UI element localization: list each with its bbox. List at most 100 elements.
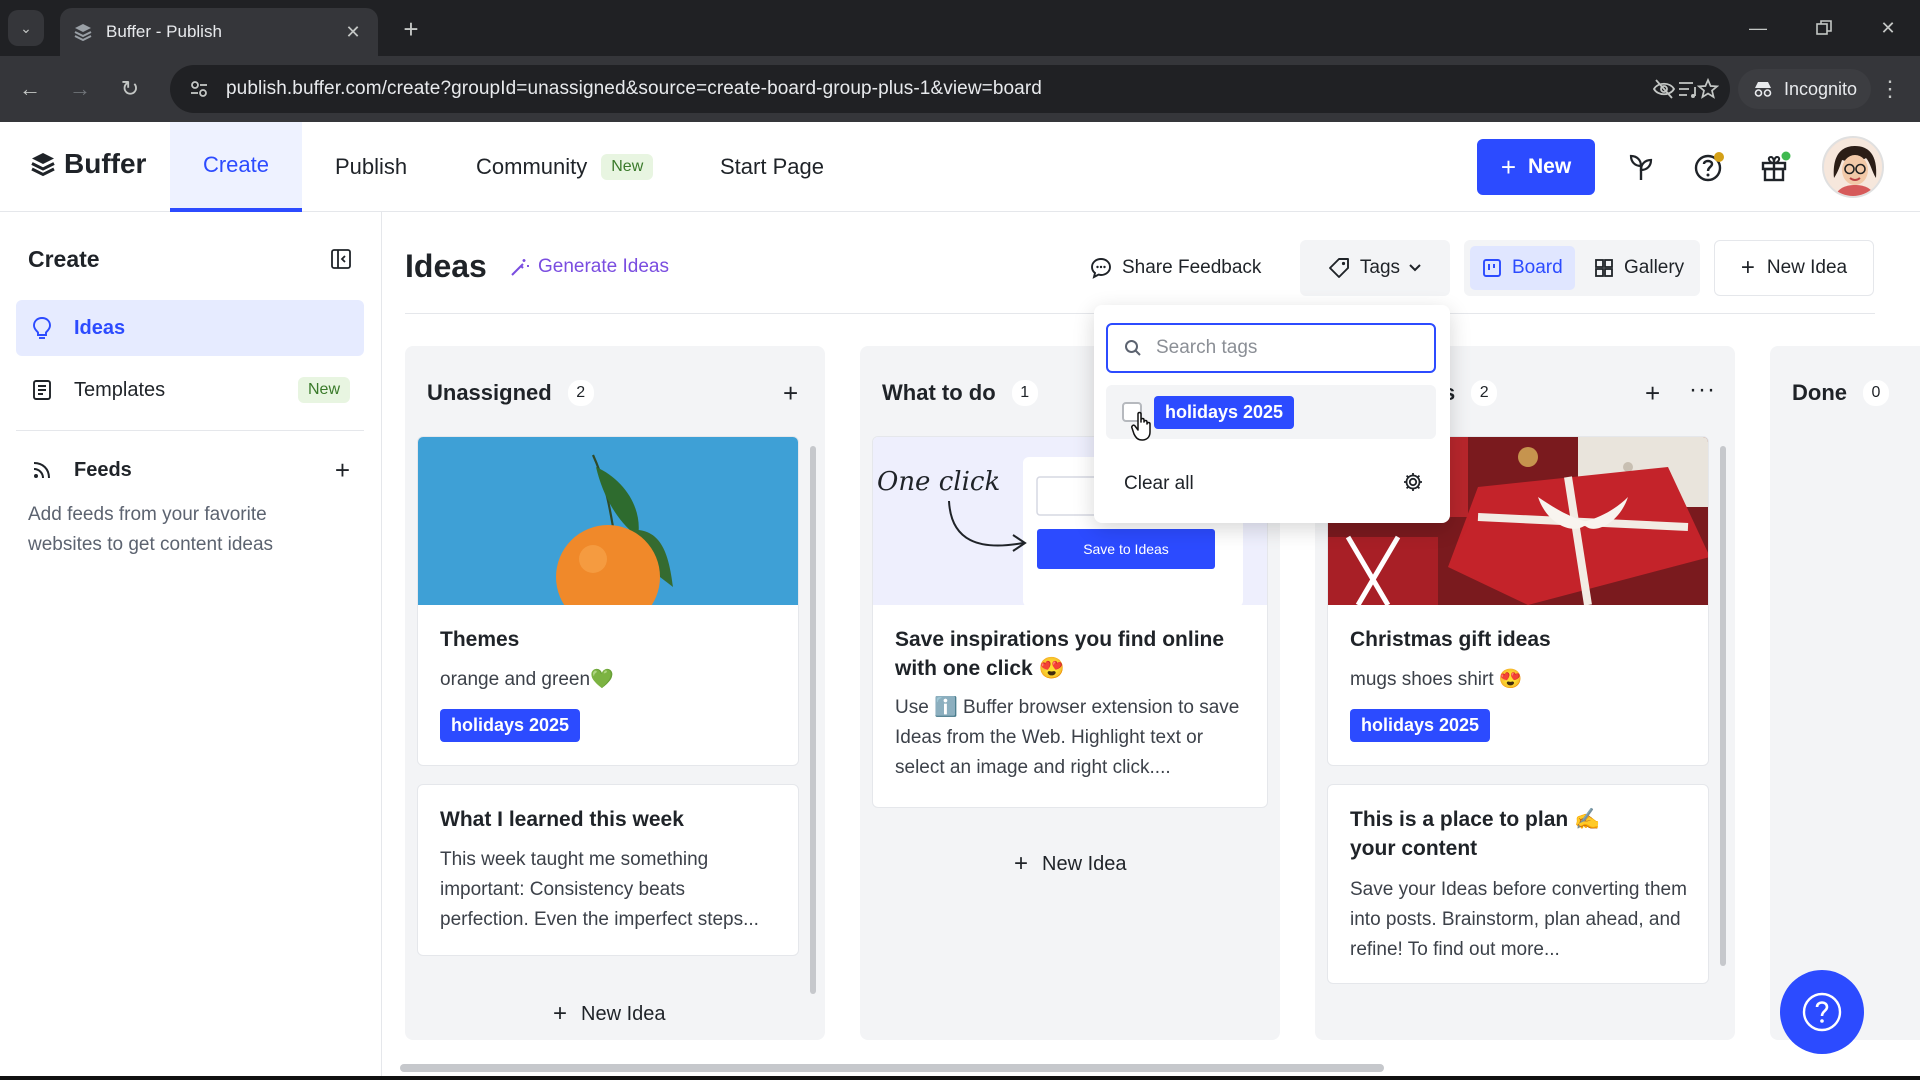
card-image-orange [418,437,798,605]
search-icon [1124,339,1142,357]
sidebar-item-templates[interactable]: Templates New [16,362,364,418]
add-feed-icon[interactable]: + [335,455,350,486]
column-more-icon[interactable]: ··· [1689,376,1716,404]
sidebar-item-label: Feeds [74,458,132,481]
tags-filter-button[interactable]: Tags [1300,240,1450,296]
browser-menu-icon[interactable]: ⋮ [1872,71,1908,107]
sidebar-title: Create [28,246,100,272]
new-post-button[interactable]: + New [1477,139,1595,195]
media-control-icon[interactable] [1670,71,1706,107]
tag-badge: holidays 2025 [1154,395,1295,429]
gear-icon[interactable] [1402,471,1424,493]
sidebar-item-feeds[interactable]: Feeds + [16,442,364,498]
url-text: publish.buffer.com/create?groupId=unassi… [226,78,1042,99]
gallery-icon [1594,258,1614,278]
new-button-label: New [1528,155,1572,178]
share-feedback-label: Share Feedback [1122,257,1262,278]
nav-tab-create[interactable]: Create [170,122,302,212]
column-name: What to do [882,380,996,405]
forward-icon[interactable]: → [62,71,98,107]
tab-close-icon[interactable]: ✕ [342,22,364,43]
clear-all-button[interactable]: Clear all [1124,473,1194,495]
help-icon[interactable] [1688,146,1730,188]
buffer-favicon-icon [74,23,92,41]
tab-search-dropdown[interactable]: ⌄ [8,10,44,46]
idea-card[interactable]: This is a place to plan ✍️ your content … [1327,784,1709,984]
column-new-idea-button[interactable]: + New Idea [553,1000,666,1028]
sprout-icon[interactable] [1620,146,1662,188]
incognito-indicator[interactable]: Incognito [1738,69,1872,109]
idea-card[interactable]: Themes orange and green💚 holidays 2025 [417,436,799,766]
restore-icon[interactable] [1796,8,1852,48]
bottom-edge [0,1076,1920,1080]
reload-icon[interactable]: ↻ [112,71,148,107]
column-count: 2 [567,380,594,406]
new-idea-button[interactable]: + New Idea [1714,240,1874,296]
card-title: Christmas gift ideas [1350,628,1551,651]
card-text: mugs shoes shirt 😍 [1350,669,1523,690]
nav-tab-label: Community [476,154,588,179]
template-icon [30,379,54,401]
new-tab-icon[interactable]: + [394,12,428,46]
column-scrollbar[interactable] [810,446,816,994]
card-title: Save inspirations you find online with o… [895,628,1225,680]
card-title: This is a place to plan ✍️ your content [1350,808,1601,860]
share-feedback-button[interactable]: Share Feedback [1090,240,1261,296]
tab-title: Buffer - Publish [106,22,222,41]
board-horizontal-scrollbar[interactable] [400,1064,1384,1072]
nav-tab-start-page[interactable]: Start Page [720,122,824,212]
browser-toolbar: ← → ↻ publish.buffer.com/create?groupId=… [0,56,1920,122]
board-column-done: Done 0 [1770,346,1920,1040]
new-badge: New [601,154,654,180]
new-idea-label: New Idea [1766,257,1848,278]
collapse-sidebar-icon[interactable] [328,246,354,272]
sidebar-item-ideas[interactable]: Ideas [16,300,364,356]
incognito-icon [1752,80,1774,98]
user-avatar[interactable] [1822,136,1884,198]
close-window-icon[interactable]: ✕ [1860,8,1916,48]
one-click-handwriting: One click [877,467,1001,497]
search-tags-input[interactable] [1156,337,1416,359]
back-icon[interactable]: ← [12,71,48,107]
view-gallery-button[interactable]: Gallery [1582,246,1696,290]
tag-badge[interactable]: holidays 2025 [1350,709,1491,742]
nav-tab-label: Start Page [720,154,824,179]
page-title: Ideas [405,248,487,284]
lightbulb-icon [30,316,54,340]
add-idea-to-column-icon[interactable]: + [1645,378,1660,409]
column-name: Unassigned [427,380,552,405]
card-title: What I learned this week [440,808,684,831]
nav-tab-community[interactable]: Community New [476,122,654,212]
browser-tab[interactable]: Buffer - Publish ✕ [60,8,378,56]
sidebar-item-label: Templates [74,378,166,401]
new-idea-label: New Idea [1042,852,1127,875]
view-board-button[interactable]: Board [1470,246,1575,290]
idea-card[interactable]: What I learned this week This week taugh… [417,784,799,956]
tag-badge[interactable]: holidays 2025 [440,709,581,742]
tag-search-field[interactable] [1106,323,1436,373]
generate-ideas-label: Generate Ideas [538,256,669,277]
buffer-logo[interactable]: Buffer [30,148,146,180]
generate-ideas-button[interactable]: Generate Ideas [510,256,669,278]
column-header: s 2 [1443,380,1498,406]
address-bar[interactable]: publish.buffer.com/create?groupId=unassi… [170,65,1730,113]
plus-icon: + [1740,254,1755,281]
add-idea-to-column-icon[interactable]: + [783,378,798,409]
column-header: What to do 1 [882,380,1038,406]
column-count: 2 [1471,380,1498,406]
help-chat-button[interactable] [1780,970,1864,1054]
card-text: Save your Ideas before converting them i… [1350,879,1687,960]
new-badge: New [297,377,350,403]
minimize-icon[interactable]: — [1730,8,1786,48]
logo-text: Buffer [64,148,147,179]
site-settings-icon[interactable] [188,78,210,100]
question-mark-icon [1802,992,1842,1032]
board-icon [1482,258,1502,278]
tags-label: Tags [1359,257,1401,278]
nav-tab-publish[interactable]: Publish [335,122,407,212]
gift-icon[interactable] [1754,146,1796,188]
card-text: orange and green💚 [440,669,614,690]
column-scrollbar[interactable] [1720,446,1726,966]
column-header: Unassigned 2 [427,380,594,406]
column-new-idea-button[interactable]: + New Idea [1014,850,1127,878]
